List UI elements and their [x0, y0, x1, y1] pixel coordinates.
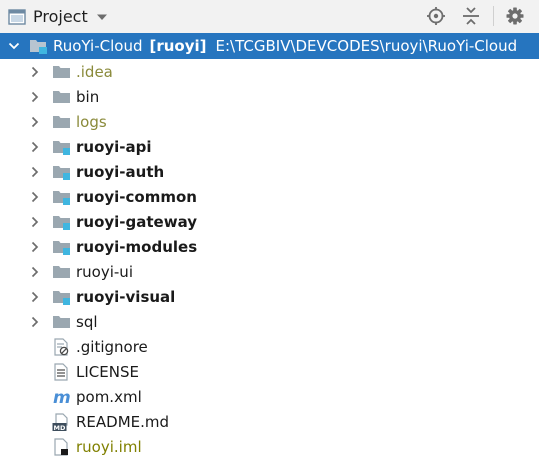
folder-icon	[53, 315, 70, 328]
gear-icon	[506, 7, 524, 25]
view-selector-label: Project	[33, 7, 88, 26]
text-file-icon	[54, 362, 68, 381]
project-tool-window: Project RuoYi-Cloud [ruoyi] E:\TCGBIV\DE…	[0, 0, 539, 462]
tree-root-row[interactable]: RuoYi-Cloud [ruoyi] E:\TCGBIV\DEVCODES\ruo…	[0, 33, 539, 59]
tree-item-label: logs	[76, 112, 107, 131]
tree-item-idea[interactable]: .idea	[0, 59, 539, 84]
tree-item-label: ruoyi-ui	[76, 262, 133, 281]
tree-item-ruoyi-iml[interactable]: ruoyi.iml	[0, 434, 539, 459]
tree-item-sql[interactable]: sql	[0, 309, 539, 334]
tree-item-ruoyi-visual[interactable]: ruoyi-visual	[0, 284, 539, 309]
folder-icon	[53, 265, 70, 278]
tree-item-label: ruoyi-api	[76, 137, 152, 156]
tree-item-label: ruoyi-gateway	[76, 212, 198, 231]
chevron-right-icon[interactable]	[29, 141, 41, 153]
tree-item-ruoyi-common[interactable]: ruoyi-common	[0, 184, 539, 209]
collapse-all-icon	[463, 7, 479, 25]
tree-item-label: .gitignore	[76, 337, 148, 356]
module-folder-icon	[53, 165, 70, 180]
tree-item-label: ruoyi-visual	[76, 287, 176, 306]
tree-item-label: README.md	[76, 412, 170, 431]
tree-item-label: ruoyi-common	[76, 187, 197, 206]
tree-item-pom[interactable]: m pom.xml	[0, 384, 539, 409]
collapse-all-button[interactable]	[459, 5, 483, 27]
chevron-right-icon[interactable]	[29, 191, 41, 203]
chevron-down-icon[interactable]	[8, 40, 20, 52]
chevron-right-icon[interactable]	[29, 166, 41, 178]
tree-item-ruoyi-auth[interactable]: ruoyi-auth	[0, 159, 539, 184]
root-module-tag: [ruoyi]	[149, 37, 207, 55]
iml-file-icon	[54, 437, 68, 456]
module-folder-icon	[53, 240, 70, 255]
markdown-file-icon: MD	[52, 412, 68, 431]
tree-item-ruoyi-api[interactable]: ruoyi-api	[0, 134, 539, 159]
chevron-right-icon[interactable]	[29, 216, 41, 228]
locate-target-icon	[427, 7, 445, 25]
dropdown-caret-icon	[96, 14, 107, 20]
tree-item-label: .idea	[76, 62, 113, 81]
window-icon	[8, 8, 26, 25]
project-tree: RuoYi-Cloud [ruoyi] E:\TCGBIV\DEVCODES\ruo…	[0, 33, 539, 459]
tree-item-label: LICENSE	[76, 362, 139, 381]
svg-text:m: m	[53, 388, 71, 406]
module-folder-icon	[53, 215, 70, 230]
chevron-right-icon[interactable]	[29, 116, 41, 128]
chevron-right-icon[interactable]	[29, 91, 41, 103]
chevron-right-icon[interactable]	[29, 66, 41, 78]
tree-item-label: ruoyi.iml	[76, 437, 142, 456]
module-folder-icon	[30, 40, 47, 54]
tree-item-gitignore[interactable]: .gitignore	[0, 334, 539, 359]
tree-root-label: RuoYi-Cloud [ruoyi] E:\TCGBIV\DEVCODES\ruo…	[53, 37, 517, 55]
locate-file-button[interactable]	[424, 5, 448, 27]
tree-item-ruoyi-modules[interactable]: ruoyi-modules	[0, 234, 539, 259]
module-folder-icon	[53, 140, 70, 155]
tree-item-logs[interactable]: logs	[0, 109, 539, 134]
header-separator	[493, 6, 494, 26]
view-selector[interactable]: Project	[4, 4, 108, 29]
root-project-path: E:\TCGBIV\DEVCODES\ruoyi\RuoYi-Cloud	[215, 37, 518, 55]
tree-item-ruoyi-gateway[interactable]: ruoyi-gateway	[0, 209, 539, 234]
tree-item-readme[interactable]: MD README.md	[0, 409, 539, 434]
folder-icon	[53, 65, 70, 78]
tree-item-ruoyi-ui[interactable]: ruoyi-ui	[0, 259, 539, 284]
maven-m-icon: m	[53, 388, 71, 406]
tree-item-label: sql	[76, 312, 98, 331]
module-folder-icon	[53, 190, 70, 205]
folder-icon	[53, 115, 70, 128]
tree-item-label: ruoyi-auth	[76, 162, 165, 181]
chevron-right-icon[interactable]	[29, 266, 41, 278]
tree-item-bin[interactable]: bin	[0, 84, 539, 109]
folder-icon	[53, 90, 70, 103]
svg-text:MD: MD	[54, 423, 66, 430]
settings-button[interactable]	[503, 5, 527, 27]
tree-item-label: ruoyi-modules	[76, 237, 198, 256]
module-folder-icon	[53, 290, 70, 305]
chevron-right-icon[interactable]	[29, 291, 41, 303]
tool-window-header: Project	[0, 0, 539, 34]
tree-item-label: bin	[76, 87, 100, 106]
tree-item-license[interactable]: LICENSE	[0, 359, 539, 384]
chevron-right-icon[interactable]	[29, 316, 41, 328]
tree-item-label: pom.xml	[76, 387, 142, 406]
root-project-name: RuoYi-Cloud	[53, 37, 143, 55]
gitignore-file-icon	[54, 337, 69, 356]
chevron-right-icon[interactable]	[29, 241, 41, 253]
